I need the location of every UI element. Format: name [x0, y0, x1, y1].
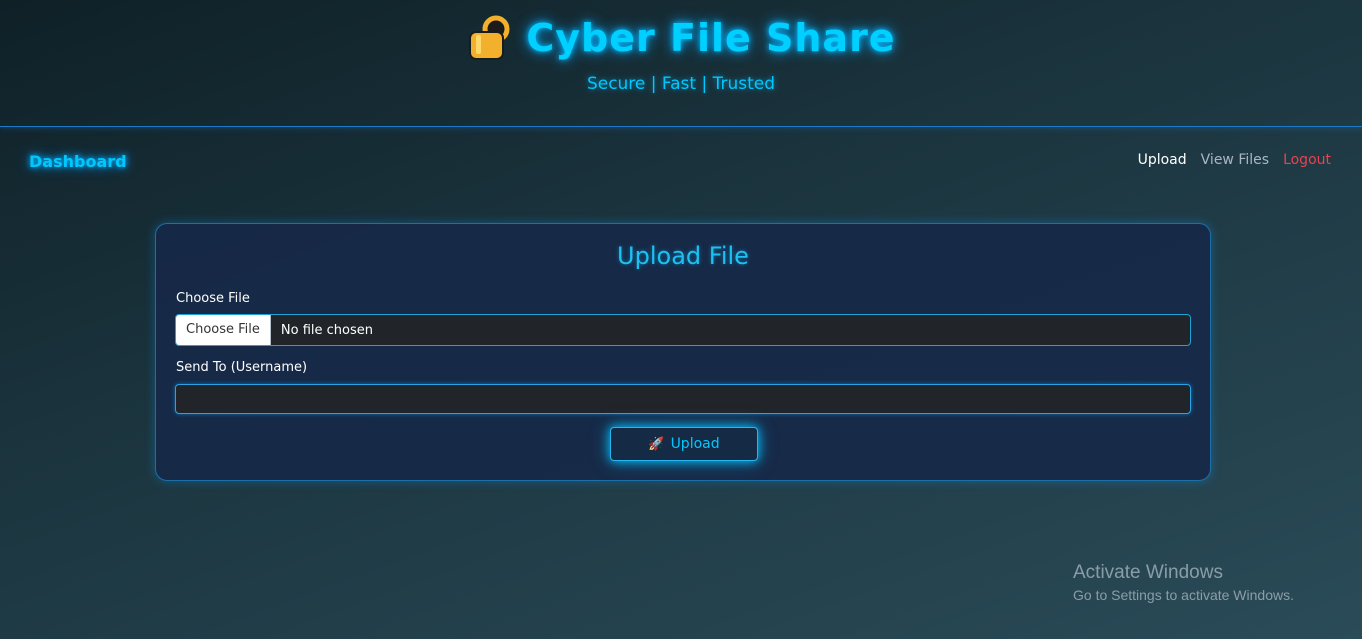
activate-windows-watermark: Activate Windows Go to Settings to activ… [1073, 562, 1294, 603]
username-input[interactable] [175, 384, 1191, 414]
choose-file-button[interactable]: Choose File [176, 315, 271, 345]
nav-logout-link[interactable]: Logout [1283, 152, 1331, 168]
upload-card: Upload File Choose File Choose File No f… [155, 223, 1211, 481]
dashboard-link[interactable]: Dashboard [29, 152, 127, 171]
site-title: Cyber File Share [526, 16, 896, 60]
lock-icon [466, 14, 512, 62]
nav-upload-link[interactable]: Upload [1138, 152, 1187, 168]
card-title: Upload File [617, 242, 749, 270]
site-header: Cyber File Share Secure | Fast | Trusted [0, 0, 1362, 127]
brand-row: Cyber File Share [466, 14, 895, 62]
tagline: Secure | Fast | Trusted [586, 74, 776, 94]
file-input[interactable]: Choose File No file chosen [175, 314, 1191, 346]
username-label: Send To (Username) [176, 360, 308, 375]
navbar: Dashboard Upload View Files Logout [0, 148, 1362, 178]
nav-links: Upload View Files Logout [1138, 152, 1331, 168]
rocket-icon: 🚀 [648, 436, 665, 452]
nav-view-files-link[interactable]: View Files [1201, 152, 1269, 168]
upload-button-label: Upload [670, 436, 720, 452]
file-label: Choose File [176, 291, 250, 306]
file-status-text: No file chosen [280, 322, 373, 338]
watermark-subtitle: Go to Settings to activate Windows. [1073, 587, 1294, 603]
watermark-title: Activate Windows [1073, 562, 1223, 583]
brand: Cyber File Share Secure | Fast | Trusted [0, 14, 1362, 94]
upload-button[interactable]: 🚀 Upload [610, 427, 758, 461]
